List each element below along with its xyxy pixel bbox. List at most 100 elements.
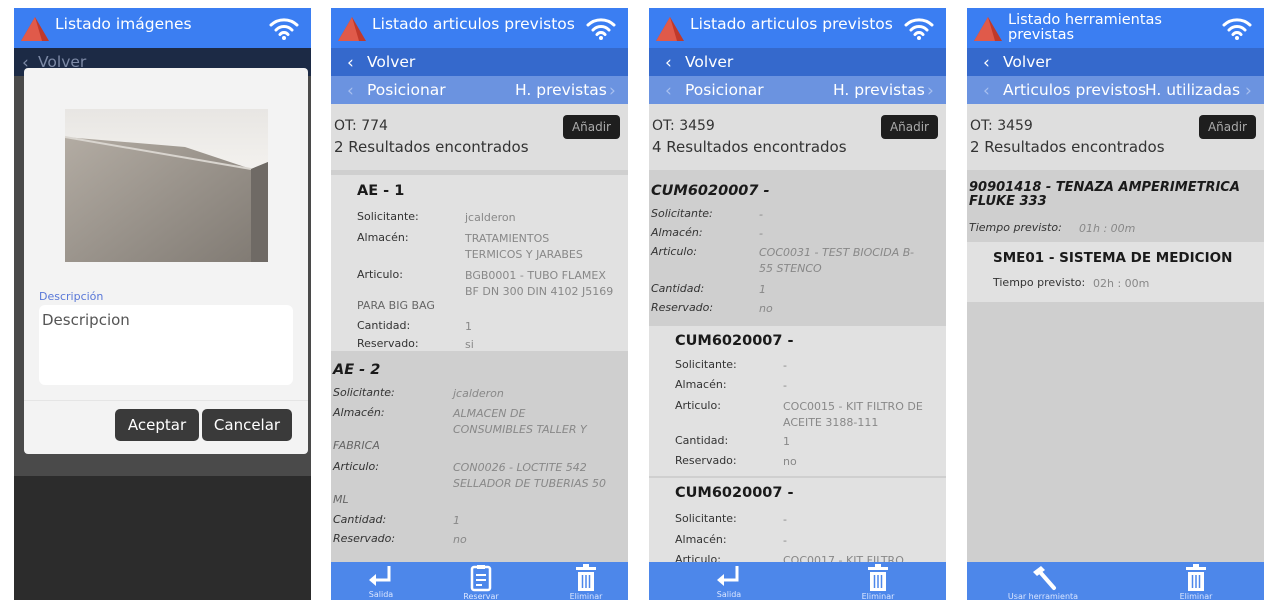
divider — [24, 400, 308, 401]
clipboard-icon — [470, 565, 492, 592]
ot-number: OT: 3459 — [970, 118, 1033, 134]
ot-number: OT: 3459 — [652, 118, 715, 134]
wifi-icon — [586, 18, 616, 40]
summary-box: OT: 3459 4 Resultados encontrados Añadir — [649, 104, 946, 170]
delete-button[interactable]: Eliminar — [555, 562, 617, 600]
item-title: CUM6020007 - — [675, 485, 794, 501]
list-item[interactable]: CUM6020007 - Solicitante: - Almacén: - Art… — [649, 478, 946, 568]
chevron-left-icon: ‹ — [665, 81, 672, 101]
description-placeholder: Descripcion — [42, 311, 130, 329]
item-title: 90901418 - TENAZA AMPERIMETRICA FLUKE 33… — [969, 180, 1240, 209]
exit-label: Salida — [368, 590, 394, 599]
delete-label: Eliminar — [861, 592, 895, 600]
chevron-left-icon: ‹ — [347, 53, 354, 73]
red-triangle-logo-icon — [974, 17, 1002, 41]
back-bar[interactable]: ‹ Volver — [649, 48, 946, 76]
results-count: 4 Resultados encontrados — [652, 138, 847, 156]
use-tool-button[interactable]: Usar herramienta — [1003, 562, 1083, 600]
bottom-toolbar: Salida Reservar Eliminar — [331, 562, 628, 600]
red-triangle-logo-icon — [21, 17, 49, 41]
list-item[interactable]: CUM6020007 - Solicitante: - Almacén: - Art… — [649, 175, 946, 323]
wifi-icon — [269, 18, 299, 40]
list-item[interactable]: SME01 - SISTEMA DE MEDICION Tiempo previ… — [967, 242, 1264, 302]
bottom-toolbar: Salida Eliminar — [649, 562, 946, 600]
nav-next-h-previstas[interactable]: H. previstas — [833, 81, 925, 99]
screen-planned-articles-ot3459: Listado articulos previstos ‹ Volver ‹ P… — [649, 8, 946, 600]
screen-planned-articles-ot774: Listado articulos previstos ‹ Volver ‹ P… — [331, 8, 628, 600]
return-arrow-icon — [369, 566, 391, 586]
header-title: Listado imágenes — [55, 15, 192, 33]
app-header: Listado herramientas previstas — [967, 8, 1264, 48]
nav-bar: ‹ Posicionar H. previstas › — [649, 76, 946, 104]
item-title: SME01 - SISTEMA DE MEDICION — [993, 250, 1233, 266]
reserve-button[interactable]: Reservar — [451, 562, 511, 600]
add-button[interactable]: Añadir — [1198, 115, 1256, 139]
image-preview — [65, 109, 268, 262]
exit-button[interactable]: Salida — [699, 562, 759, 600]
delete-label: Eliminar — [1179, 592, 1213, 600]
back-bar[interactable]: ‹ Volver — [331, 48, 628, 76]
chevron-left-icon: ‹ — [983, 53, 990, 73]
list-item[interactable]: 90901418 - TENAZA AMPERIMETRICA FLUKE 33… — [967, 175, 1264, 240]
delete-button[interactable]: Eliminar — [847, 562, 909, 600]
summary-box: OT: 774 2 Resultados encontrados Añadir — [331, 104, 628, 170]
results-count: 2 Resultados encontrados — [970, 138, 1165, 156]
ot-number: OT: 774 — [334, 118, 388, 134]
app-header: Listado articulos previstos — [331, 8, 628, 48]
list-item[interactable]: AE - 2 Solicitante: jcalderon Almacén: ALM… — [331, 354, 628, 554]
chevron-right-icon: › — [609, 81, 616, 101]
accept-button[interactable]: Aceptar — [115, 409, 199, 441]
item-title: CUM6020007 - — [651, 183, 770, 199]
nav-prev-articulos-previstos[interactable]: Articulos previstos — [1003, 81, 1146, 99]
chevron-left-icon: ‹ — [347, 81, 354, 101]
wifi-icon — [1222, 18, 1252, 40]
back-label: Volver — [367, 53, 416, 71]
item-title: AE - 1 — [357, 183, 405, 199]
exit-button[interactable]: Salida — [351, 562, 411, 600]
chevron-right-icon: › — [927, 81, 934, 101]
red-triangle-logo-icon — [338, 17, 366, 41]
results-count: 2 Resultados encontrados — [334, 138, 529, 156]
app-header: Listado articulos previstos — [649, 8, 946, 48]
delete-button[interactable]: Eliminar — [1165, 562, 1227, 600]
nav-next-h-previstas[interactable]: H. previstas — [515, 81, 607, 99]
return-arrow-icon — [717, 566, 739, 586]
use-tool-label: Usar herramienta — [1007, 592, 1079, 600]
item-title: CUM6020007 - — [675, 333, 794, 349]
app-header: Listado imágenes — [14, 8, 311, 48]
wifi-icon — [904, 18, 934, 40]
add-button[interactable]: Añadir — [562, 115, 620, 139]
nav-next-h-utilizadas[interactable]: H. utilizadas — [1145, 81, 1240, 99]
trash-icon — [576, 564, 596, 591]
delete-label: Eliminar — [569, 592, 603, 600]
list-item[interactable]: CUM6020007 - Solicitante: - Almacén: - Art… — [649, 326, 946, 476]
description-label: Descripción — [39, 290, 104, 303]
trash-icon — [1186, 564, 1206, 591]
summary-box: OT: 3459 2 Resultados encontrados Añadir — [967, 104, 1264, 170]
red-triangle-logo-icon — [656, 17, 684, 41]
chevron-right-icon: › — [1245, 81, 1252, 101]
nav-bar: ‹ Articulos previstos H. utilizadas › — [967, 76, 1264, 104]
header-title: Listado articulos previstos — [690, 15, 893, 33]
list-item[interactable]: AE - 1 Solicitante: jcalderon Almacén: TRA… — [331, 175, 628, 351]
nav-prev-posicionar[interactable]: Posicionar — [367, 81, 446, 99]
chevron-left-icon: ‹ — [983, 81, 990, 101]
description-input[interactable]: Descripcion — [39, 305, 293, 385]
trash-icon — [868, 564, 888, 591]
nav-bar: ‹ Posicionar H. previstas › — [331, 76, 628, 104]
cancel-button[interactable]: Cancelar — [202, 409, 292, 441]
screen-planned-tools: Listado herramientas previstas ‹ Volver … — [967, 8, 1264, 600]
header-title: Listado articulos previstos — [372, 15, 575, 33]
screen-image-list: Listado imágenes ‹ Volver Descripción De… — [14, 8, 311, 600]
header-title: Listado herramientas previstas — [1008, 12, 1162, 43]
nav-prev-posicionar[interactable]: Posicionar — [685, 81, 764, 99]
add-button[interactable]: Añadir — [880, 115, 938, 139]
exit-label: Salida — [716, 590, 742, 599]
back-label: Volver — [1003, 53, 1052, 71]
hammer-icon — [1033, 566, 1056, 590]
back-bar[interactable]: ‹ Volver — [967, 48, 1264, 76]
item-title: AE - 2 — [333, 362, 381, 378]
back-label: Volver — [685, 53, 734, 71]
image-dialog: Descripción Descripcion Aceptar Cancelar — [24, 68, 308, 454]
bottom-toolbar: Usar herramienta Eliminar — [967, 562, 1264, 600]
